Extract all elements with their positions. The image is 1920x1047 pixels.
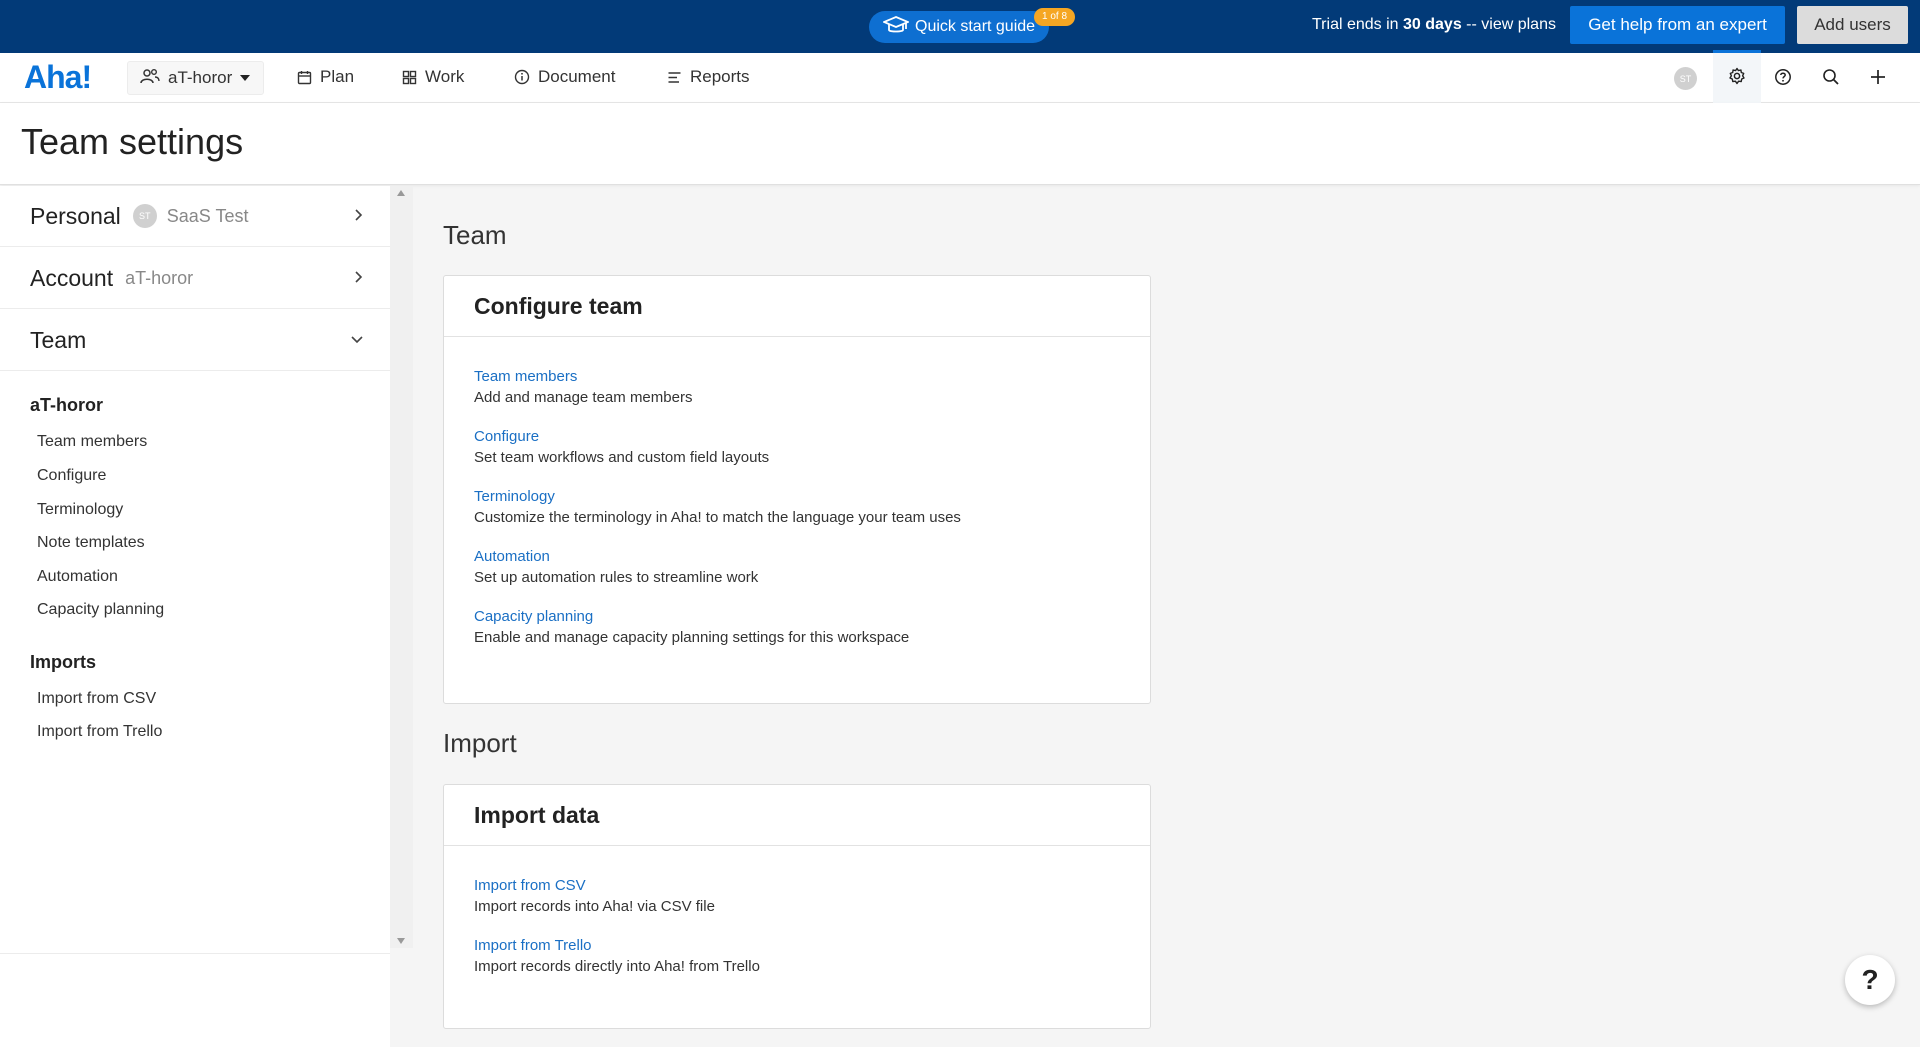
- sidebar-divider: [0, 953, 390, 954]
- list-item: Team members Add and manage team members: [474, 367, 1120, 409]
- search-icon: [1822, 68, 1840, 91]
- link-import-csv[interactable]: Import from CSV: [474, 876, 1120, 896]
- workspace-selector[interactable]: aT-horor: [127, 61, 264, 95]
- sidebar-section-account[interactable]: Account aT-horor: [0, 248, 390, 309]
- nav-plan-label: Plan: [320, 67, 355, 86]
- list-item: Capacity planning Enable and manage capa…: [474, 607, 1120, 649]
- calendar-icon: [297, 70, 312, 85]
- search-button[interactable]: [1822, 68, 1840, 91]
- chevron-right-icon: [354, 208, 364, 227]
- grid-icon: [402, 70, 417, 85]
- sidebar-personal-user-name: SaaS Test: [166, 205, 249, 226]
- link-configure[interactable]: Configure: [474, 427, 1120, 447]
- quick-start-label: Quick start guide: [915, 18, 1036, 35]
- aha-logo[interactable]: Aha!: [24, 59, 92, 96]
- trial-notice[interactable]: Trial ends in 30 days -- view plans: [1312, 16, 1556, 34]
- configure-team-card: Configure team Team members Add and mana…: [443, 275, 1151, 704]
- sidebar-item-team-members[interactable]: Team members: [37, 433, 147, 451]
- sidebar-group-title: Imports: [30, 652, 97, 672]
- link-description: Enable and manage capacity planning sett…: [474, 629, 910, 646]
- card-body: Team members Add and manage team members…: [444, 337, 1150, 649]
- trial-prefix: Trial ends in: [1312, 16, 1403, 33]
- card-title: Import data: [444, 785, 1150, 846]
- nav-reports-label: Reports: [690, 67, 750, 86]
- nav-work[interactable]: Work: [402, 67, 464, 87]
- sidebar-team-label: Team: [30, 326, 87, 353]
- scroll-up-icon[interactable]: [397, 190, 405, 196]
- link-automation[interactable]: Automation: [474, 547, 1120, 567]
- top-banner: Quick start guide 1 of 8 Trial ends in 3…: [0, 0, 1920, 53]
- sidebar-section-team[interactable]: Team: [0, 310, 390, 371]
- chevron-down-icon: [350, 332, 364, 350]
- sidebar-group-title: aT-horor: [30, 395, 104, 415]
- trial-suffix: -- view plans: [1461, 16, 1556, 33]
- team-icon: [140, 68, 160, 89]
- link-terminology[interactable]: Terminology: [474, 487, 1120, 507]
- user-avatar[interactable]: ST: [1674, 67, 1697, 90]
- sidebar-item-note-templates[interactable]: Note templates: [37, 534, 145, 552]
- workspace-name: aT-horor: [168, 68, 233, 87]
- list-item: Terminology Customize the terminology in…: [474, 487, 1120, 529]
- add-button[interactable]: [1869, 68, 1887, 91]
- list-item: Configure Set team workflows and custom …: [474, 427, 1120, 469]
- link-description: Import records directly into Aha! from T…: [474, 958, 760, 975]
- sidebar-item-capacity-planning[interactable]: Capacity planning: [37, 601, 164, 619]
- get-help-expert-button[interactable]: Get help from an expert: [1570, 6, 1785, 44]
- sidebar-item-import-csv[interactable]: Import from CSV: [37, 690, 156, 708]
- chevron-down-icon: [240, 75, 251, 81]
- main-navbar: Aha! aT-horor Plan Work Document Reports…: [0, 50, 1920, 103]
- chevron-right-icon: [354, 270, 364, 289]
- link-description: Import records into Aha! via CSV file: [474, 898, 715, 915]
- plus-icon: [1869, 68, 1887, 91]
- sidebar-item-terminology[interactable]: Terminology: [37, 501, 123, 519]
- nav-reports[interactable]: Reports: [667, 67, 750, 87]
- list-item: Import from CSV Import records into Aha!…: [474, 876, 1120, 918]
- sidebar-account-label: Account: [30, 264, 114, 291]
- report-icon: [667, 70, 682, 85]
- sidebar-personal-label: Personal: [30, 202, 121, 229]
- page-header: Team settings: [0, 103, 1920, 185]
- quick-start-progress-badge: 1 of 8: [1034, 8, 1076, 26]
- help-circle-icon: [1774, 68, 1792, 91]
- settings-sidebar: Personal ST SaaS Test Account aT-horor T…: [0, 186, 390, 1047]
- sidebar-item-configure[interactable]: Configure: [37, 467, 106, 485]
- link-description: Set team workflows and custom field layo…: [474, 449, 770, 466]
- section-title-import: Import: [443, 728, 517, 758]
- nav-plan[interactable]: Plan: [297, 67, 354, 87]
- sidebar-item-import-trello[interactable]: Import from Trello: [37, 723, 162, 741]
- scroll-down-icon[interactable]: [397, 938, 405, 944]
- link-capacity-planning[interactable]: Capacity planning: [474, 607, 1120, 627]
- link-import-trello[interactable]: Import from Trello: [474, 936, 1120, 956]
- link-team-members[interactable]: Team members: [474, 367, 1120, 387]
- card-body: Import from CSV Import records into Aha!…: [444, 846, 1150, 978]
- nav-work-label: Work: [425, 67, 465, 86]
- trial-days: 30 days: [1403, 16, 1462, 33]
- nav-document[interactable]: Document: [514, 67, 615, 87]
- import-data-card: Import data Import from CSV Import recor…: [443, 784, 1151, 1029]
- section-title-team: Team: [443, 220, 507, 250]
- sidebar-item-automation[interactable]: Automation: [37, 568, 118, 586]
- gear-icon: [1728, 67, 1746, 90]
- quick-start-guide-button[interactable]: Quick start guide: [869, 11, 1049, 43]
- sidebar-section-personal[interactable]: Personal ST SaaS Test: [0, 186, 390, 247]
- graduation-cap-icon: [881, 15, 915, 40]
- link-description: Add and manage team members: [474, 389, 693, 406]
- sidebar-account-name: aT-horor: [125, 267, 194, 288]
- sidebar-scrollbar[interactable]: [390, 186, 413, 948]
- help-button[interactable]: [1774, 68, 1792, 91]
- link-description: Set up automation rules to streamline wo…: [474, 569, 759, 586]
- info-circle-icon: [514, 69, 530, 85]
- settings-tab[interactable]: [1713, 50, 1761, 103]
- list-item: Import from Trello Import records direct…: [474, 936, 1120, 978]
- sidebar-personal-user: ST SaaS Test: [132, 204, 249, 228]
- help-fab-button[interactable]: ?: [1845, 955, 1895, 1005]
- card-title: Configure team: [444, 276, 1150, 337]
- page-title: Team settings: [21, 121, 244, 162]
- list-item: Automation Set up automation rules to st…: [474, 547, 1120, 589]
- nav-document-label: Document: [538, 67, 616, 86]
- link-description: Customize the terminology in Aha! to mat…: [474, 509, 961, 526]
- avatar: ST: [132, 204, 157, 228]
- add-users-button[interactable]: Add users: [1797, 6, 1908, 44]
